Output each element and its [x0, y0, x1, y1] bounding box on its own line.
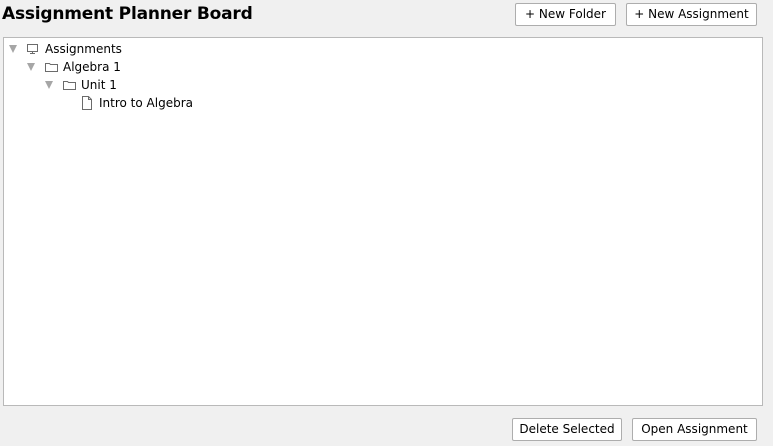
- tree-node-label: Algebra 1: [63, 60, 121, 74]
- folder-icon: [63, 81, 76, 90]
- new-assignment-button[interactable]: + New Assignment: [626, 3, 757, 26]
- folder-icon: [45, 63, 58, 72]
- assignment-tree[interactable]: Assignments Algebra 1 Unit 1 Intro to Al…: [3, 37, 763, 406]
- expand-toggle-icon[interactable]: [45, 81, 53, 89]
- tree-node-unit-1[interactable]: Unit 1: [4, 76, 204, 94]
- header: Assignment Planner Board + New Folder + …: [0, 0, 773, 34]
- expand-toggle-icon[interactable]: [9, 45, 17, 53]
- delete-selected-button[interactable]: Delete Selected: [512, 418, 622, 441]
- new-folder-button[interactable]: + New Folder: [515, 3, 616, 26]
- document-icon: [82, 96, 92, 110]
- tree-node-label: Intro to Algebra: [99, 96, 193, 110]
- tree-node-intro-to-algebra[interactable]: Intro to Algebra: [4, 94, 264, 112]
- tree-node-label: Unit 1: [81, 78, 117, 92]
- computer-icon: [27, 44, 38, 54]
- tree-node-label: Assignments: [45, 42, 122, 56]
- tree-node-algebra-1[interactable]: Algebra 1: [4, 58, 204, 76]
- open-assignment-button[interactable]: Open Assignment: [632, 418, 757, 441]
- expand-toggle-icon[interactable]: [27, 63, 35, 71]
- page-title: Assignment Planner Board: [2, 4, 253, 24]
- tree-node-assignments[interactable]: Assignments: [4, 40, 204, 58]
